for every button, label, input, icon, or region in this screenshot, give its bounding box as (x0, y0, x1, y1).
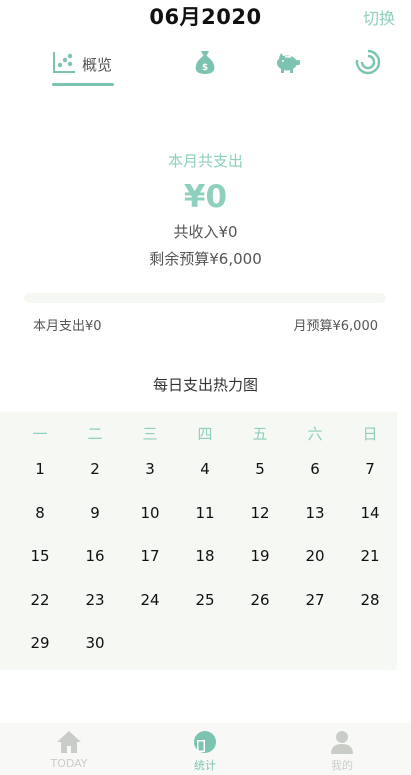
weekday-label: 日 (362, 425, 378, 443)
calendar-day[interactable]: 1 (22, 460, 58, 478)
top-tabs: 概览 $ (0, 44, 411, 92)
piggy-bank-icon (274, 50, 302, 78)
money-bag-icon: $ (193, 49, 217, 79)
weekday-label: 三 (142, 425, 158, 443)
calendar-day[interactable]: 22 (22, 591, 58, 609)
calendar-day[interactable]: 19 (242, 547, 278, 565)
tab-ring-chart[interactable] (355, 44, 381, 84)
calendar-day[interactable]: 26 (242, 591, 278, 609)
tab-overview-label: 概览 (82, 55, 113, 74)
weekday-label: 四 (197, 425, 213, 443)
calendar-day[interactable]: 13 (297, 504, 333, 522)
calendar-day[interactable]: 18 (187, 547, 223, 565)
calendar-day[interactable]: 7 (352, 460, 388, 478)
monthly-budget: 月预算¥6,000 (293, 319, 379, 334)
calendar-day[interactable]: 3 (132, 460, 168, 478)
summary: 本月共支出 ¥0 共收入¥0 剩余预算¥6,000 (0, 150, 411, 269)
bottom-tab-bar: TODAY 统计 我的 (0, 723, 411, 775)
weekday-label: 二 (87, 425, 103, 443)
ring-chart-icon (355, 49, 381, 79)
tab-money-bag[interactable]: $ (193, 44, 217, 84)
tabbar-today[interactable]: TODAY (29, 729, 109, 770)
tabbar-mine[interactable]: 我的 (302, 729, 382, 773)
weekday-label: 六 (307, 425, 323, 443)
calendar-day[interactable]: 25 (187, 591, 223, 609)
calendar-day[interactable]: 29 (22, 634, 58, 652)
month-title: 06月2020 (149, 5, 262, 29)
heatmap-calendar: 一二三四五六日 1 2 3 4 5 6 7 8 9 10 11 12 13 14 15 16 17 18 19 20 2… (0, 412, 397, 670)
scatter-chart-icon (52, 50, 76, 78)
monthly-expense-amount: ¥0 (183, 179, 228, 215)
calendar-day[interactable]: 11 (187, 504, 223, 522)
tabbar-stats-label: 统计 (194, 759, 216, 772)
svg-text:$: $ (202, 63, 208, 73)
user-icon (329, 729, 355, 755)
calendar-day[interactable]: 30 (77, 634, 113, 652)
calendar-day[interactable]: 9 (77, 504, 113, 522)
remaining-budget: 剩余预算¥6,000 (149, 250, 262, 268)
calendar-day[interactable]: 27 (297, 591, 333, 609)
calendar-day[interactable]: 24 (132, 591, 168, 609)
calendar-day[interactable]: 20 (297, 547, 333, 565)
stats-icon (192, 729, 218, 755)
tabbar-today-label: TODAY (50, 757, 88, 770)
calendar-day[interactable]: 16 (77, 547, 113, 565)
total-income: 共收入¥0 (173, 223, 238, 241)
calendar-day[interactable]: 6 (297, 460, 333, 478)
weekday-label: 五 (252, 425, 268, 443)
calendar-day[interactable]: 23 (77, 591, 113, 609)
home-icon (56, 729, 82, 755)
header: 06月2020 切换 (0, 0, 411, 30)
calendar-day[interactable]: 8 (22, 504, 58, 522)
monthly-expense-label: 本月共支出 (167, 152, 243, 170)
weekday-header: 一二三四五六日 (0, 412, 397, 454)
tabbar-mine-label: 我的 (331, 759, 353, 772)
calendar-day[interactable]: 14 (352, 504, 388, 522)
tab-overview[interactable]: 概览 (52, 44, 112, 84)
calendar-day[interactable]: 21 (352, 547, 388, 565)
calendar-day[interactable]: 2 (77, 460, 113, 478)
switch-button[interactable]: 切换 (363, 5, 395, 29)
weekday-label: 一 (32, 425, 48, 443)
calendar-day[interactable]: 10 (132, 504, 168, 522)
monthly-spent: 本月支出¥0 (33, 319, 102, 334)
calendar-day[interactable]: 12 (242, 504, 278, 522)
calendar-day[interactable]: 28 (352, 591, 388, 609)
calendar-day[interactable]: 15 (22, 547, 58, 565)
calendar-day[interactable]: 5 (242, 460, 278, 478)
calendar-day[interactable]: 17 (132, 547, 168, 565)
budget-progress-bar (24, 293, 386, 303)
tabbar-stats[interactable]: 统计 (165, 729, 245, 773)
calendar-day[interactable]: 4 (187, 460, 223, 478)
active-tab-indicator (52, 83, 114, 86)
heatmap-title: 每日支出热力图 (152, 376, 258, 394)
tab-piggy-bank[interactable] (274, 44, 302, 84)
